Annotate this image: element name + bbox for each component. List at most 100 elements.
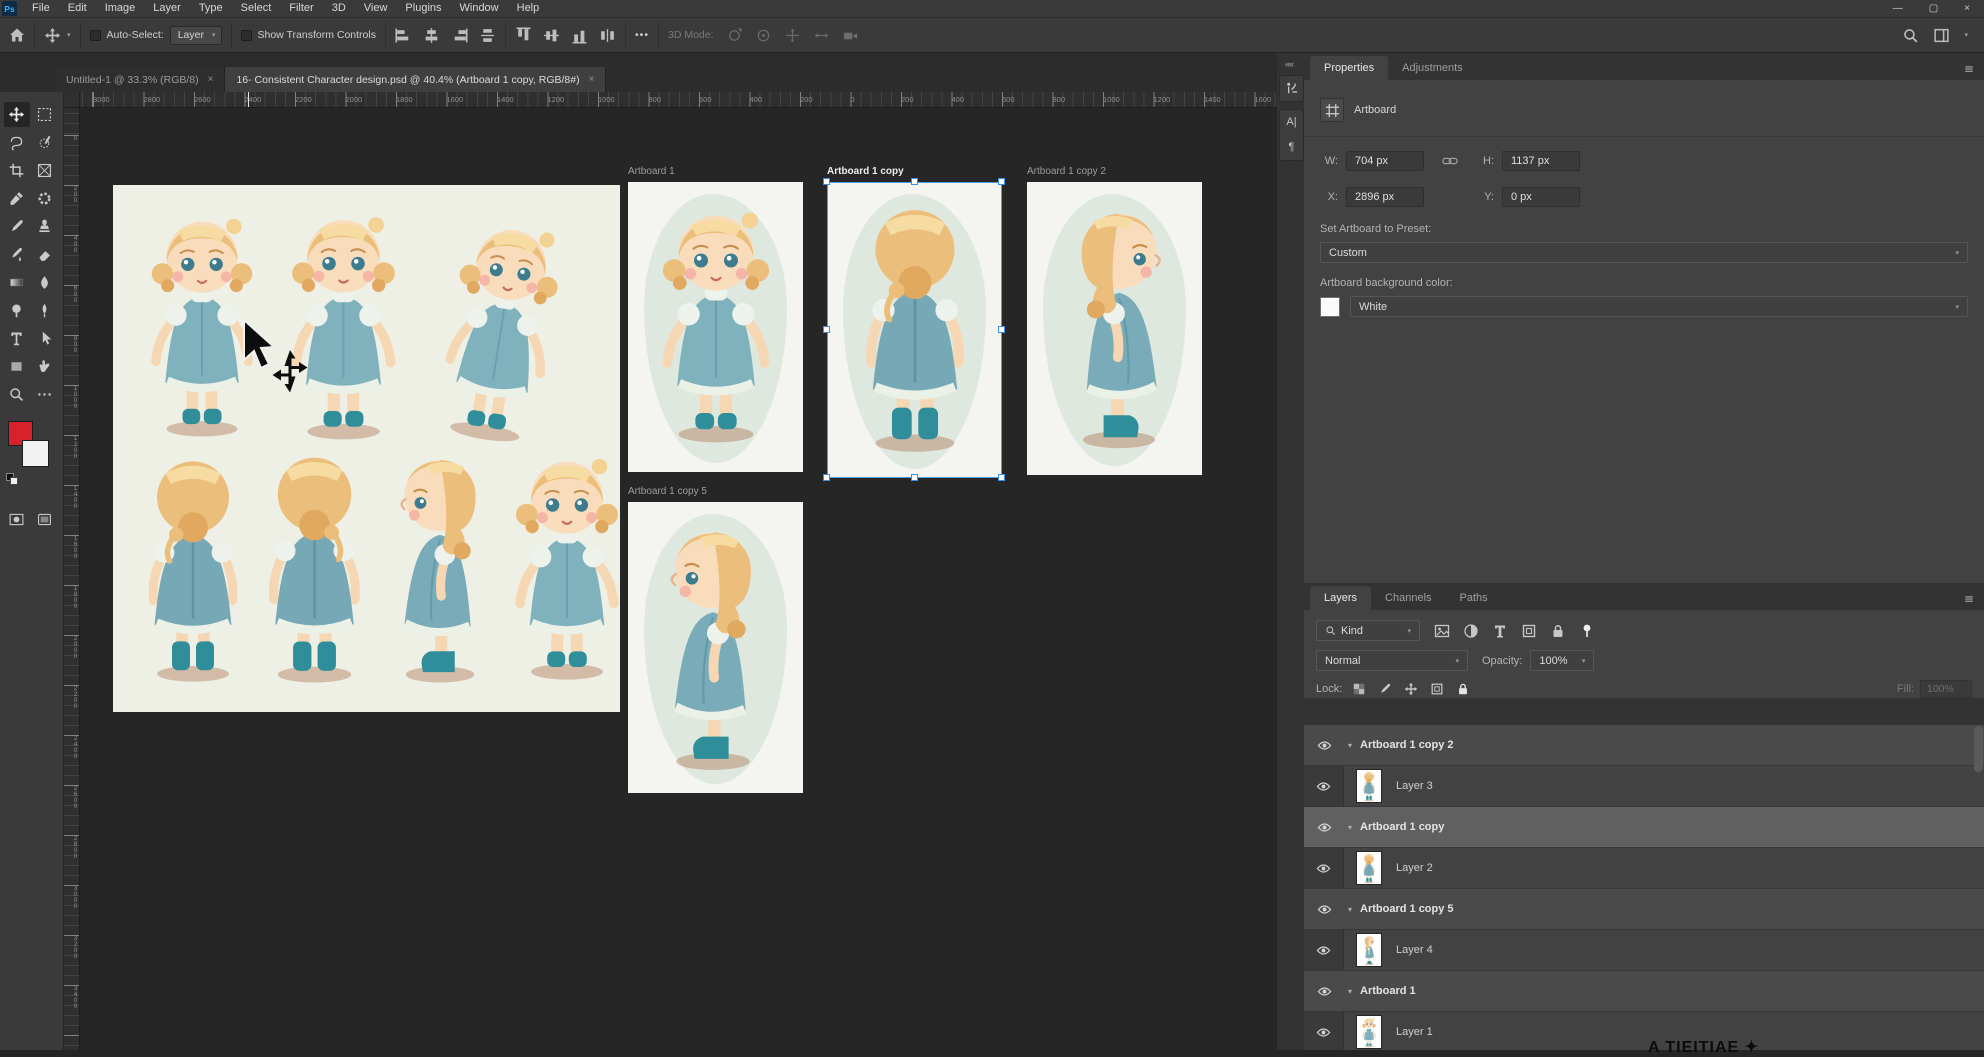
layer-filter-select[interactable]: Kind ▾ — [1316, 620, 1420, 641]
lock-all-icon[interactable] — [1456, 682, 1470, 696]
filter-toggle-icon[interactable] — [1579, 623, 1595, 639]
filter-smart-objects-icon[interactable] — [1550, 623, 1566, 639]
search-icon[interactable] — [1902, 27, 1919, 44]
menu-item[interactable]: Filter — [280, 0, 322, 17]
3d-dolly-icon[interactable] — [842, 27, 859, 44]
filter-adjustment-layers-icon[interactable] — [1463, 623, 1479, 639]
align-left-icon[interactable] — [395, 27, 412, 44]
width-field[interactable]: 704 px — [1346, 151, 1424, 171]
selection-handle-sw[interactable] — [823, 474, 830, 481]
paragraph-panel-icon[interactable]: ¶ — [1284, 140, 1299, 155]
3d-slide-icon[interactable] — [813, 27, 830, 44]
y-field[interactable]: 0 px — [1502, 187, 1580, 207]
distribute-vertical-icon[interactable] — [599, 27, 616, 44]
panel-menu-icon[interactable] — [1962, 64, 1976, 74]
gradient-tool[interactable] — [4, 270, 30, 295]
collapse-panels-icon[interactable]: «« — [1285, 59, 1293, 69]
clone-stamp-tool[interactable] — [32, 214, 58, 239]
fill-field[interactable]: 100% — [1920, 680, 1972, 698]
artboard-1-copy[interactable] — [827, 182, 1002, 478]
visibility-toggle[interactable] — [1304, 971, 1344, 1011]
rectangle-tool[interactable] — [4, 354, 30, 379]
mixer-brush-tool[interactable] — [4, 242, 30, 267]
selection-handle-se[interactable] — [998, 474, 1005, 481]
show-transform-checkbox[interactable] — [241, 30, 252, 41]
menu-item[interactable]: Plugins — [396, 0, 450, 17]
layer-row[interactable]: Layer 2 — [1304, 848, 1984, 889]
artboard-1[interactable] — [628, 182, 803, 472]
document-tab[interactable]: Untitled-1 @ 33.3% (RGB/8) × — [55, 67, 225, 92]
dodge-tool[interactable] — [4, 298, 30, 323]
menu-item[interactable]: File — [23, 0, 59, 17]
opacity-select[interactable]: 100% ▾ — [1530, 650, 1594, 671]
lock-artboard-icon[interactable] — [1430, 682, 1444, 696]
brush-tool[interactable] — [4, 214, 30, 239]
direct-selection-tool[interactable] — [32, 326, 58, 351]
hand-tool[interactable] — [32, 354, 58, 379]
blend-mode-select[interactable]: Normal ▾ — [1316, 650, 1468, 671]
visibility-toggle[interactable] — [1304, 807, 1344, 847]
layer-thumbnail[interactable] — [1356, 1015, 1382, 1049]
frame-tool[interactable] — [32, 158, 58, 183]
chevron-down-icon[interactable]: ▾ — [67, 31, 71, 39]
menu-item[interactable]: 3D — [323, 0, 355, 17]
3d-pan-icon[interactable] — [784, 27, 801, 44]
link-dimensions-icon[interactable] — [1442, 153, 1458, 169]
visibility-toggle[interactable] — [1304, 930, 1344, 970]
artboard-label-selected[interactable]: Artboard 1 copy — [827, 166, 904, 177]
layer-row[interactable]: Layer 3 — [1304, 766, 1984, 807]
minimize-button[interactable]: — — [1893, 3, 1903, 14]
align-middle-icon[interactable] — [543, 27, 560, 44]
align-center-horizontal-icon[interactable] — [423, 27, 440, 44]
align-bottom-icon[interactable] — [571, 27, 588, 44]
selection-handle-e[interactable] — [998, 326, 1005, 333]
layer-row[interactable]: Layer 4 — [1304, 930, 1984, 971]
vertical-ruler[interactable]: 0200400600800100012001400160018002000220… — [64, 108, 80, 1050]
artboard-reference-sheet[interactable] — [113, 185, 620, 712]
selection-handle-w[interactable] — [823, 326, 830, 333]
layer-group-row-selected[interactable]: ▾ Artboard 1 copy — [1304, 807, 1984, 848]
chevron-down-icon[interactable]: ▾ — [1964, 31, 1968, 39]
selection-handle-s[interactable] — [911, 474, 918, 481]
brush-settings-panel-icon[interactable] — [1284, 81, 1299, 96]
chevron-down-icon[interactable]: ▾ — [1348, 823, 1352, 832]
close-icon[interactable]: × — [208, 74, 214, 85]
distribute-horizontal-icon[interactable] — [479, 27, 496, 44]
lasso-tool[interactable] — [4, 130, 30, 155]
character-panel-icon[interactable]: A| — [1284, 115, 1299, 130]
screen-mode-icon[interactable] — [32, 507, 58, 532]
filter-shape-layers-icon[interactable] — [1521, 623, 1537, 639]
visibility-toggle[interactable] — [1304, 889, 1344, 929]
artboard-1-copy-2[interactable] — [1027, 182, 1202, 475]
lock-transparency-icon[interactable] — [1352, 682, 1366, 696]
quick-mask-icon[interactable] — [4, 507, 30, 532]
layer-row[interactable]: Layer 1 — [1304, 1012, 1984, 1050]
workspace-switcher-icon[interactable] — [1933, 27, 1950, 44]
tab-adjustments[interactable]: Adjustments — [1388, 56, 1477, 80]
chevron-down-icon[interactable]: ▾ — [1348, 741, 1352, 750]
height-field[interactable]: 1137 px — [1502, 151, 1580, 171]
edit-toolbar-icon[interactable] — [32, 382, 58, 407]
layer-group-row[interactable]: ▾ Artboard 1 copy 2 — [1304, 725, 1984, 766]
tab-channels[interactable]: Channels — [1371, 586, 1445, 610]
background-color-select[interactable]: White ▾ — [1350, 296, 1968, 317]
marquee-tool[interactable] — [32, 102, 58, 127]
tab-paths[interactable]: Paths — [1446, 586, 1502, 610]
menu-item[interactable]: Select — [232, 0, 281, 17]
more-options-button[interactable]: ••• — [635, 29, 649, 41]
selection-handle-nw[interactable] — [823, 178, 830, 185]
menu-item[interactable]: Layer — [144, 0, 190, 17]
artboard-background-swatch[interactable] — [1320, 297, 1340, 317]
horizontal-ruler[interactable]: 3000280026002400220020001800160014001200… — [64, 92, 1277, 108]
layer-group-row[interactable]: ▾ Artboard 1 — [1304, 971, 1984, 1012]
close-button[interactable]: × — [1964, 3, 1970, 14]
menu-item[interactable]: Type — [190, 0, 232, 17]
restore-button[interactable]: ▢ — [1929, 3, 1938, 14]
move-tool[interactable] — [4, 102, 30, 127]
move-tool-icon[interactable] — [44, 27, 61, 44]
menu-item[interactable]: Window — [451, 0, 508, 17]
scrollbar[interactable] — [1974, 726, 1983, 772]
pen-tool[interactable] — [32, 298, 58, 323]
filter-type-layers-icon[interactable] — [1492, 623, 1508, 639]
artboard-label[interactable]: Artboard 1 copy 5 — [628, 486, 707, 497]
